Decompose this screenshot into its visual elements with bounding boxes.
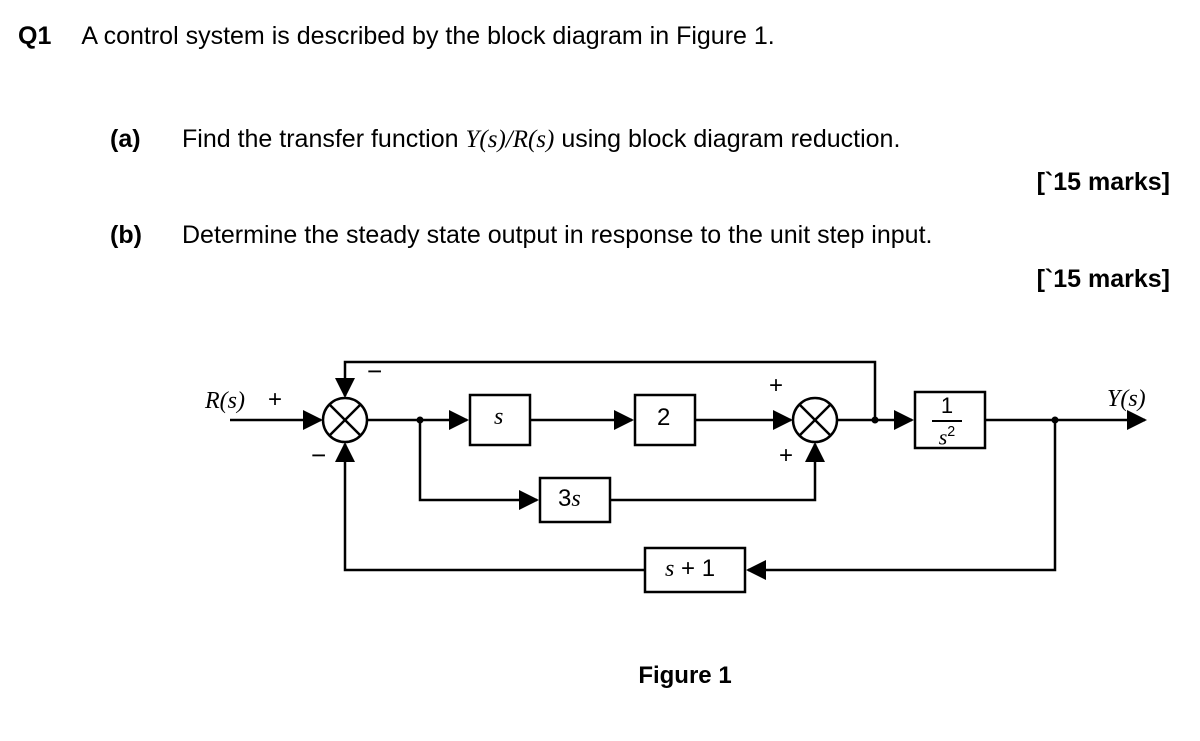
input-label-text: R(s) [205,388,245,414]
question-stem-prefix: A control system is described by the blo… [81,22,676,50]
block-3s-text: 33ss [558,485,581,513]
part-b-label: (b) [110,219,152,253]
part-a: (a) Find the transfer function Y(s)/R(s)… [110,123,1180,157]
part-a-prefix: Find the transfer function [182,125,465,153]
sum2-bottom-sign: + [779,442,793,470]
question-stem: A control system is described by the blo… [81,20,774,53]
sum1-left-sign: + [268,386,282,414]
part-a-marks: [`15 marks] [110,168,1170,197]
input-label: R(s) [205,388,245,415]
question-heading: Q1 A control system is described by the … [18,20,1180,53]
question-stem-suffix: . [768,22,775,50]
frac-bar [932,420,962,422]
sum1-top-sign: − [367,356,382,387]
frac-den-base: s [939,424,948,449]
block-2-text: 2 [657,404,670,432]
sum2-left-sign: + [769,372,783,400]
frac-den-exp: 2 [947,424,955,440]
part-b-text: Determine the steady state output in res… [182,219,932,253]
block-s-text: s [494,404,503,431]
page: Q1 A control system is described by the … [0,0,1200,741]
diagram-svg [205,350,1165,690]
sum1-bottom-sign: − [311,440,326,471]
question-parts: (a) Find the transfer function Y(s)/R(s)… [110,123,1180,295]
part-a-tf-expr: Y(s)/R(s) [465,126,554,153]
block-diagram: R(s) + − − s 2 + + 1 s2 Y(s) 33ss s + 1s… [205,350,1165,690]
part-a-suffix: using block diagram reduction. [554,125,900,153]
part-b-marks: [`15 marks] [110,265,1170,294]
block-frac: 1 s2 [932,392,962,449]
frac-num: 1 [941,394,953,417]
question-label: Q1 [18,20,51,53]
figure-caption: Figure 1 [205,662,1165,690]
frac-den: s2 [939,425,956,448]
output-label: Y(s) [1107,386,1146,413]
block-sp1-text: s + 1s + 1 [665,555,715,583]
figure-ref: Figure 1 [676,22,768,50]
part-a-text: Find the transfer function Y(s)/R(s) usi… [182,123,900,157]
part-b: (b) Determine the steady state output in… [110,219,1180,253]
part-a-label: (a) [110,123,152,157]
